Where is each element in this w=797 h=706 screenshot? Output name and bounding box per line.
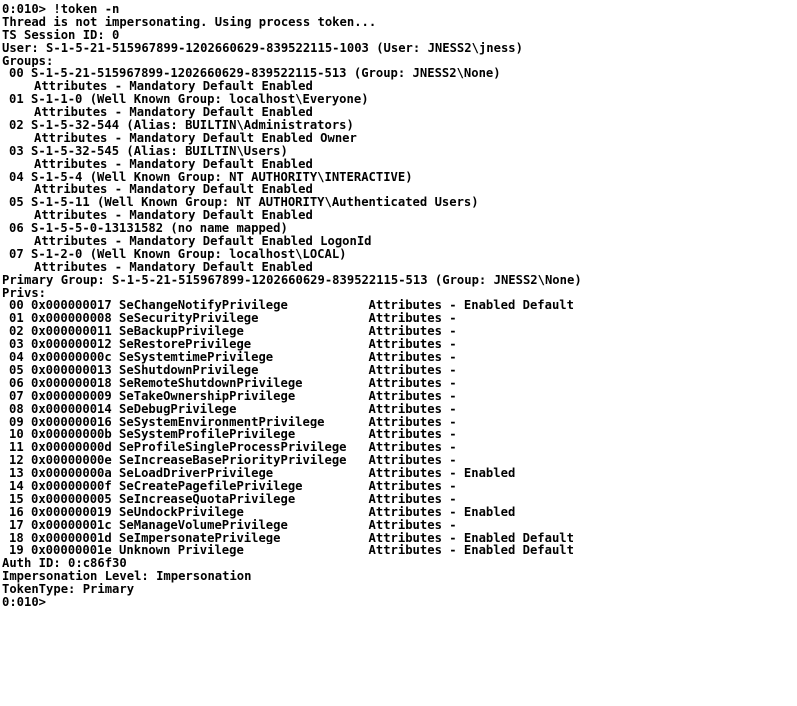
- privilege-row: 03 0x000000012 SeRestorePrivilege Attrib…: [9, 338, 457, 352]
- group-entry: 07 S-1-2-0 (Well Known Group: localhost\…: [9, 247, 347, 261]
- privilege-row: 16 0x000000019 SeUndockPrivilege Attribu…: [9, 505, 516, 519]
- group-entry: 00 S-1-5-21-515967899-1202660629-8395221…: [9, 67, 501, 81]
- privilege-row: 09 0x000000016 SeSystemEnvironmentPrivil…: [9, 415, 457, 429]
- privilege-row: 12 0x00000000e SeIncreaseBasePriorityPri…: [9, 454, 457, 468]
- auth-id: Auth ID: 0:c86f30: [2, 557, 127, 571]
- group-attributes: Attributes - Mandatory Default Enabled: [34, 260, 313, 274]
- privilege-row: 08 0x000000014 SeDebugPrivilege Attribut…: [9, 402, 457, 416]
- groups-header: Groups:: [2, 54, 54, 68]
- group-entry: 04 S-1-5-4 (Well Known Group: NT AUTHORI…: [9, 170, 413, 184]
- group-entry: 02 S-1-5-32-544 (Alias: BUILTIN\Administ…: [9, 119, 354, 132]
- privilege-row: 19 0x00000001e Unknown Privilege Attribu…: [9, 544, 574, 558]
- group-entry: 06 S-1-5-5-0-13131582 (no name mapped): [9, 222, 288, 236]
- command-prompt[interactable]: 0:010>: [2, 596, 797, 609]
- group-entry: 03 S-1-5-32-545 (Alias: BUILTIN\Users): [9, 144, 288, 158]
- privilege-row: 05 0x000000013 SeShutdownPrivilege Attri…: [9, 363, 457, 377]
- group-attributes: Attributes - Mandatory Default Enabled: [34, 80, 313, 94]
- group-attributes: Attributes - Mandatory Default Enabled O…: [34, 131, 357, 145]
- privilege-row: 14 0x00000000f SeCreatePagefilePrivilege…: [9, 479, 457, 493]
- privilege-row: 17 0x00000001c SeManageVolumePrivilege A…: [9, 518, 457, 532]
- group-entry: 05 S-1-5-11 (Well Known Group: NT AUTHOR…: [9, 196, 479, 210]
- group-attributes: Attributes - Mandatory Default Enabled: [34, 157, 313, 171]
- primary-group: Primary Group: S-1-5-21-515967899-120266…: [2, 273, 582, 287]
- privilege-row: 01 0x000000008 SeSecurityPrivilege Attri…: [9, 312, 457, 326]
- group-attributes: Attributes - Mandatory Default Enabled: [34, 106, 313, 120]
- privilege-row: 02 0x000000011 SeBackupPrivilege Attribu…: [9, 325, 457, 339]
- privilege-row: 11 0x00000000d SeProfileSingleProcessPri…: [9, 441, 457, 455]
- token-type: TokenType: Primary: [2, 583, 135, 596]
- privilege-row: 04 0x00000000c SeSystemtimePrivilege Att…: [9, 351, 457, 364]
- ts-session-id: TS Session ID: 0: [2, 28, 120, 42]
- debugger-console-output[interactable]: 0:010> !token -n Thread is not impersona…: [0, 0, 797, 706]
- privilege-row: 18 0x00000001d SeImpersonatePrivilege At…: [9, 531, 574, 545]
- command-line: 0:010> !token -n: [2, 3, 120, 16]
- group-entry: 01 S-1-1-0 (Well Known Group: localhost\…: [9, 93, 369, 107]
- privs-header: Privs:: [2, 286, 47, 300]
- group-attributes: Attributes - Mandatory Default Enabled: [34, 209, 313, 223]
- user-sid: User: S-1-5-21-515967899-1202660629-8395…: [2, 41, 523, 55]
- privilege-row: 06 0x000000018 SeRemoteShutdownPrivilege…: [9, 376, 457, 390]
- privilege-row: 07 0x000000009 SeTakeOwnershipPrivilege …: [9, 389, 457, 403]
- privilege-row: 15 0x000000005 SeIncreaseQuotaPrivilege …: [9, 492, 457, 506]
- impersonation-level: Impersonation Level: Impersonation: [2, 570, 252, 584]
- privilege-row: 00 0x000000017 SeChangeNotifyPrivilege A…: [9, 299, 574, 313]
- privilege-row: 10 0x00000000b SeSystemProfilePrivilege …: [9, 428, 457, 442]
- thread-status-text: Thread is not impersonating. Using proce…: [2, 15, 377, 29]
- group-attributes: Attributes - Mandatory Default Enabled: [34, 183, 313, 197]
- group-attributes: Attributes - Mandatory Default Enabled L…: [34, 235, 372, 248]
- privilege-row: 13 0x00000000a SeLoadDriverPrivilege Att…: [9, 467, 516, 480]
